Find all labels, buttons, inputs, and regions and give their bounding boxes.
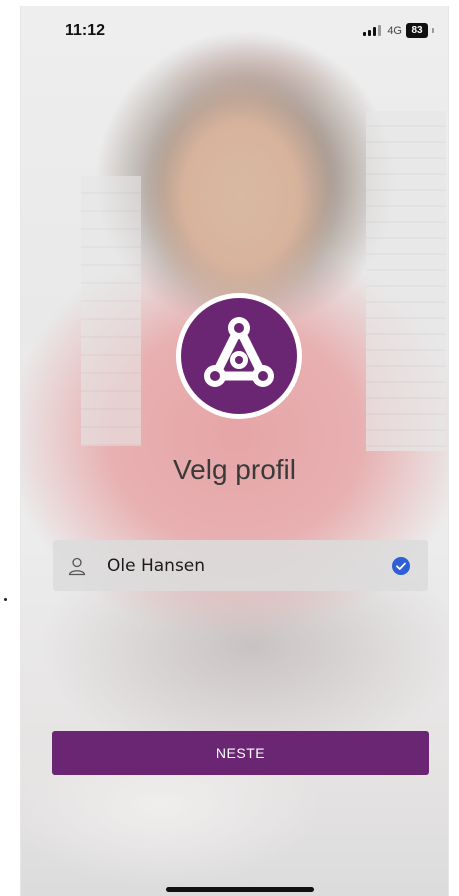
profile-name: Ole Hansen	[107, 555, 206, 576]
profile-item-ole-hansen[interactable]: Ole Hansen	[53, 540, 428, 591]
battery-tip	[432, 28, 434, 33]
status-bar: 11:12 4G 83	[21, 6, 448, 50]
next-button[interactable]: NESTE	[52, 731, 429, 775]
app-logo-icon	[176, 293, 302, 419]
phone-screen: 11:12 4G 83 Velg profil Ole Hansen NESTE	[20, 6, 449, 896]
network-type: 4G	[387, 24, 402, 37]
side-dot	[4, 598, 7, 601]
status-indicators: 4G 83	[363, 23, 434, 38]
status-time: 11:12	[65, 22, 106, 39]
background-building-left	[81, 176, 141, 446]
page-title: Velg profil	[173, 454, 296, 485]
person-icon	[68, 557, 86, 575]
signal-icon	[363, 25, 382, 36]
home-indicator[interactable]	[166, 887, 314, 892]
battery-icon: 83	[406, 23, 428, 38]
check-circle-icon	[392, 557, 410, 575]
background-building-right	[366, 111, 446, 451]
